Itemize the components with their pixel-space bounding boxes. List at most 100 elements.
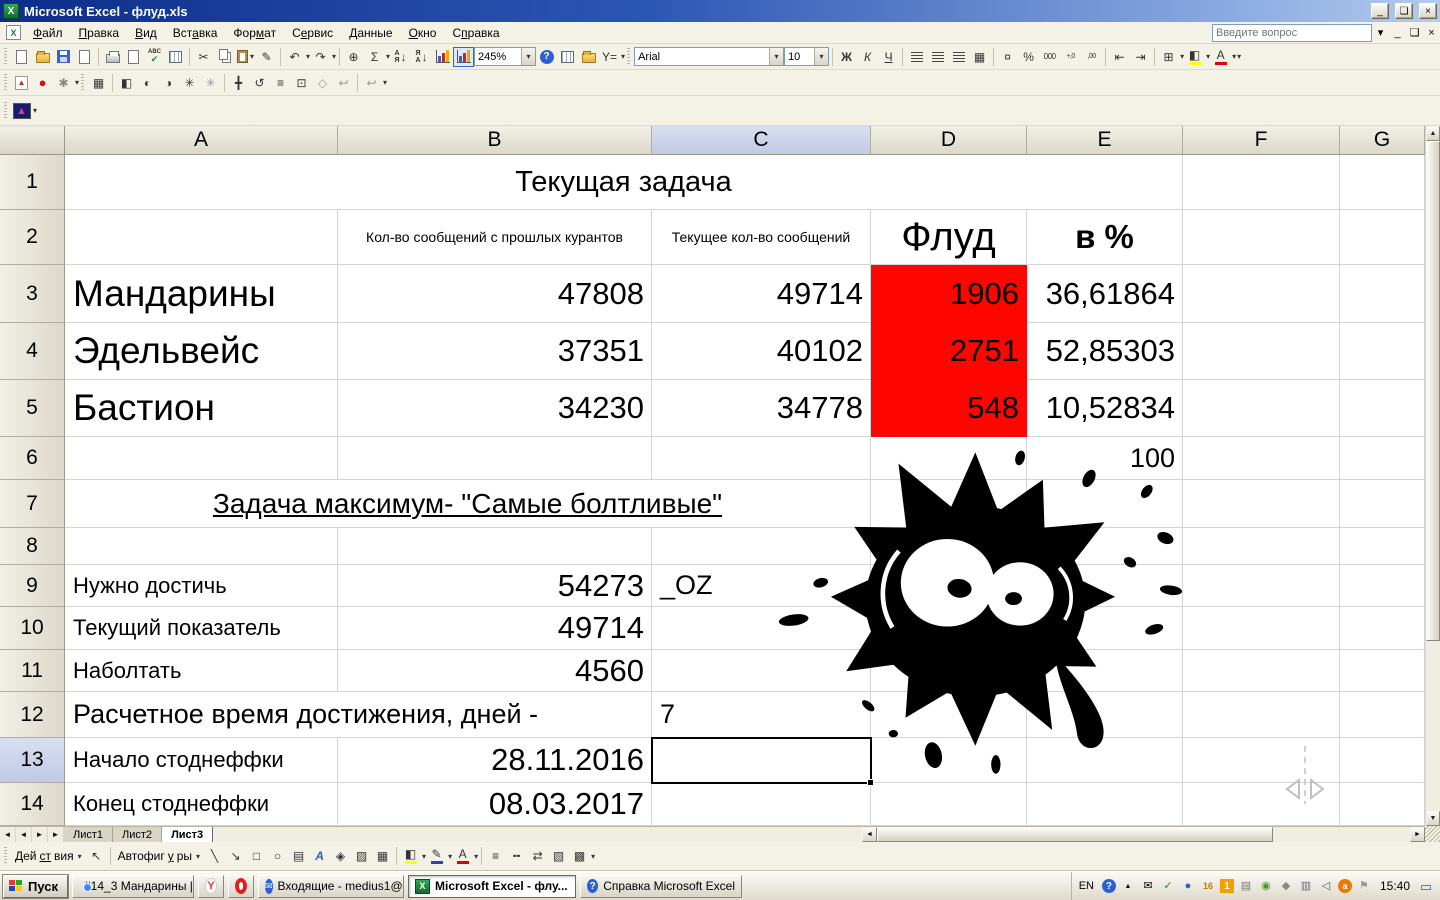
cell-F8[interactable]: [1183, 528, 1340, 565]
save-button[interactable]: [53, 47, 74, 67]
col-header-G[interactable]: G: [1340, 126, 1425, 155]
new-button[interactable]: [11, 47, 32, 67]
toolbar-grip[interactable]: [627, 47, 631, 66]
help-button[interactable]: ?: [536, 47, 557, 67]
col-header-D[interactable]: D: [871, 126, 1027, 155]
taskbar-yandex-button[interactable]: Y: [198, 874, 224, 898]
cell-E12[interactable]: [1027, 692, 1183, 738]
menu-window[interactable]: Окно: [401, 23, 445, 43]
tab-sheet2[interactable]: Лист2: [113, 827, 163, 842]
print-button[interactable]: [102, 47, 123, 67]
shadow-style-button[interactable]: ▧: [548, 846, 569, 866]
next-sheet-button[interactable]: ►: [32, 827, 48, 842]
clipart-button[interactable]: ▨: [351, 846, 372, 866]
font-color-dropdown-icon[interactable]: ▾: [474, 852, 478, 861]
question-dropdown-icon[interactable]: ▾: [1372, 26, 1389, 39]
pyramid-addin-button[interactable]: ▲: [11, 101, 32, 121]
insert-picture-button[interactable]: ▦: [88, 73, 109, 93]
arrow-button[interactable]: ↘: [225, 846, 246, 866]
row-header-1[interactable]: 1: [0, 155, 65, 210]
row-header-14[interactable]: 14: [0, 783, 65, 826]
toolbar-grip[interactable]: [81, 73, 85, 92]
doc-close-button[interactable]: ×: [1423, 27, 1440, 39]
size-dropdown-icon[interactable]: ▾: [814, 48, 829, 65]
tray-usb-icon[interactable]: ✓: [1160, 878, 1176, 894]
cell-G2[interactable]: [1340, 210, 1425, 265]
row-header-5[interactable]: 5: [0, 380, 65, 437]
cell-C4[interactable]: 40102: [652, 323, 871, 380]
permission-button[interactable]: [74, 47, 95, 67]
cell-A9[interactable]: Нужно достичь: [65, 565, 338, 607]
redo-dropdown-icon[interactable]: ▾: [332, 52, 336, 61]
cell-D2[interactable]: Флуд: [871, 210, 1027, 265]
currency-button[interactable]: ¤: [997, 47, 1018, 67]
row-header-12[interactable]: 12: [0, 692, 65, 738]
font-size-select[interactable]: 10 ▾: [784, 47, 830, 66]
drawing-button[interactable]: [453, 46, 475, 67]
minimize-button[interactable]: _: [1371, 3, 1389, 19]
tray-help-icon[interactable]: ?: [1101, 879, 1116, 893]
cell-A4[interactable]: Эдельвейс: [65, 323, 338, 380]
thousands-button[interactable]: 000: [1039, 47, 1060, 67]
reset-button[interactable]: ↩: [361, 73, 382, 93]
line-color-button[interactable]: ✎: [426, 846, 447, 866]
cell-D12[interactable]: [871, 692, 1027, 738]
horizontal-scrollbar[interactable]: ◄ ►: [862, 827, 1425, 842]
cell-C14[interactable]: [652, 783, 871, 826]
reset-picture-button[interactable]: ↩: [333, 73, 354, 93]
increase-decimal-button[interactable]: +,0: [1060, 47, 1081, 67]
scroll-up-button[interactable]: ▲: [1426, 126, 1440, 141]
first-sheet-button[interactable]: ◄: [0, 827, 16, 842]
doc-minimize-button[interactable]: _: [1389, 27, 1406, 39]
cell-B13[interactable]: 28.11.2016: [338, 738, 652, 783]
row-header-2[interactable]: 2: [0, 210, 65, 265]
cell-C12[interactable]: 7: [652, 692, 871, 738]
cell-B10[interactable]: 49714: [338, 607, 652, 650]
row-header-10[interactable]: 10: [0, 607, 65, 650]
col-header-C[interactable]: C: [652, 126, 871, 155]
toolbar-options-icon[interactable]: ▾: [1237, 52, 1241, 61]
taskbar-chrome-button[interactable]: #14_3 Мандарины | Ст...: [72, 874, 194, 898]
insert-picture-button[interactable]: ▦: [372, 846, 393, 866]
scroll-right-button[interactable]: ►: [1410, 827, 1425, 842]
restore-button[interactable]: ❏: [1395, 3, 1413, 19]
tray-mail-icon[interactable]: ✉: [1140, 878, 1156, 894]
cell-A14[interactable]: Конец стоднеффки: [65, 783, 338, 826]
font-color-button[interactable]: А: [452, 846, 473, 866]
vertical-scroll-thumb[interactable]: [1426, 141, 1440, 641]
cell-G6[interactable]: [1340, 437, 1425, 480]
col-header-F[interactable]: F: [1183, 126, 1340, 155]
cell-D11[interactable]: [871, 650, 1027, 692]
tray-volume-icon[interactable]: ◁: [1318, 878, 1334, 894]
textbox-button[interactable]: ▤: [288, 846, 309, 866]
cell-G9[interactable]: [1340, 565, 1425, 607]
row-header-6[interactable]: 6: [0, 437, 65, 480]
horizontal-scroll-thumb[interactable]: [877, 827, 1273, 842]
cell-D6[interactable]: [871, 437, 1027, 480]
tray-display-icon[interactable]: ▭: [1418, 878, 1434, 894]
cell-G14[interactable]: [1340, 783, 1425, 826]
vertical-scrollbar[interactable]: ▲ ▼: [1425, 126, 1440, 826]
cell-E10[interactable]: [1027, 607, 1183, 650]
ask-question-input[interactable]: [1212, 23, 1372, 42]
font-name-select[interactable]: Arial ▾: [634, 47, 785, 66]
paste-dropdown-icon[interactable]: ▾: [250, 52, 254, 61]
resize-grip[interactable]: [1425, 826, 1440, 842]
cell-D5[interactable]: 548: [871, 380, 1027, 437]
cell-A11[interactable]: Наболтать: [65, 650, 338, 692]
col-header-E[interactable]: E: [1027, 126, 1183, 155]
row-header-4[interactable]: 4: [0, 323, 65, 380]
close-button[interactable]: ×: [1419, 3, 1437, 19]
menu-tools[interactable]: Сервис: [284, 23, 341, 43]
cell-B11[interactable]: 4560: [338, 650, 652, 692]
cell-C3[interactable]: 49714: [652, 265, 871, 323]
toolbar-grip[interactable]: [4, 101, 7, 120]
open-button[interactable]: [32, 47, 53, 67]
row-header-3[interactable]: 3: [0, 265, 65, 323]
threed-style-button[interactable]: ▩: [569, 846, 590, 866]
cell-F5[interactable]: [1183, 380, 1340, 437]
tray-expand-icon[interactable]: ▲: [1120, 878, 1136, 894]
cell-D4[interactable]: 2751: [871, 323, 1027, 380]
toolbar-options-icon[interactable]: ▾: [621, 52, 625, 61]
tab-sheet3-active[interactable]: Лист3: [162, 827, 214, 842]
